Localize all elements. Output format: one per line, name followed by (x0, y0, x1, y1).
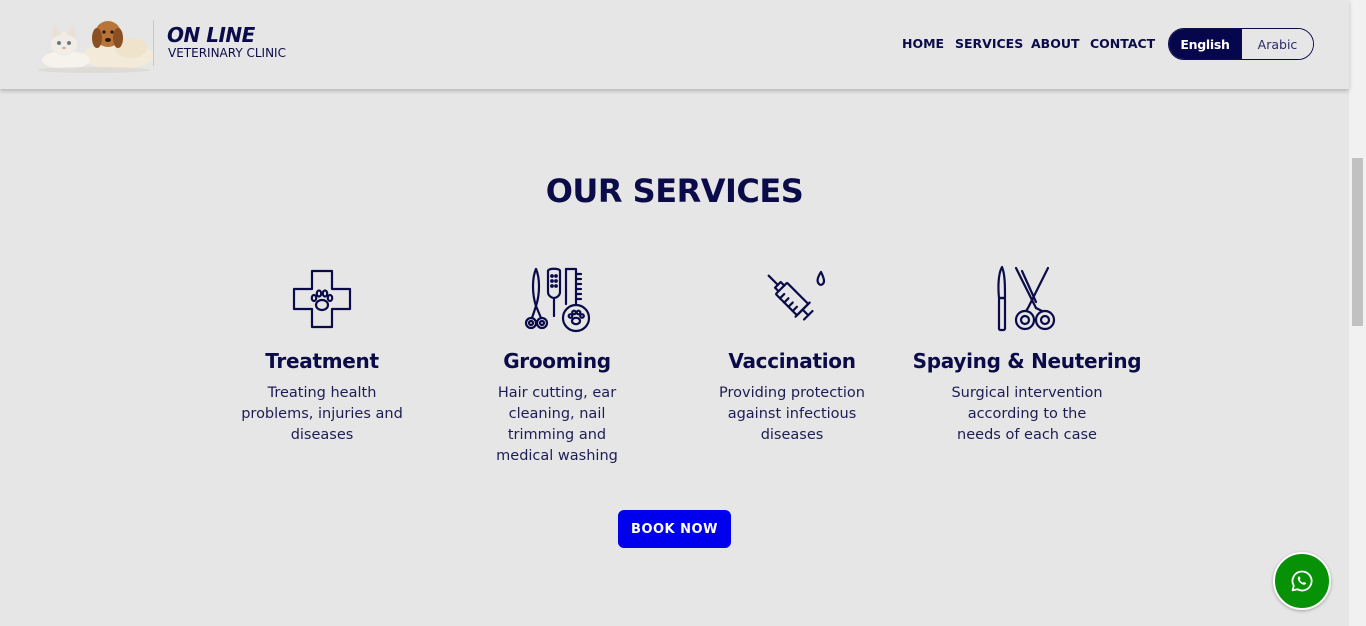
service-title: Grooming (503, 349, 611, 373)
nav-services[interactable]: SERVICES (955, 34, 1023, 54)
brand-title: ON LINE (167, 23, 255, 47)
page-scrollbar[interactable] (1349, 0, 1366, 626)
site-header: ON LINE VETERINARY CLINIC HOME SERVICES … (0, 0, 1349, 89)
services-title: OUR SERVICES (545, 172, 804, 210)
service-title: Treatment (265, 349, 379, 373)
medical-cross-paw-icon (292, 269, 352, 329)
syringe-icon (767, 270, 826, 321)
nav-home[interactable]: HOME (902, 34, 944, 54)
grooming-tools-icon (524, 267, 591, 333)
service-description: Surgical intervention according to the n… (951, 385, 1103, 443)
service-treatment: Treatment Treating health problems, inju… (207, 264, 437, 446)
surgical-scissors-icon (997, 265, 1056, 332)
scrollbar-thumb[interactable] (1352, 158, 1363, 326)
book-now-button[interactable]: BOOK NOW (618, 510, 731, 548)
nav-about[interactable]: ABOUT (1031, 34, 1080, 54)
service-description: Hair cutting, ear cleaning, nail trimmin… (496, 385, 618, 464)
whatsapp-icon (1291, 570, 1313, 592)
service-vaccination: Vaccination Providing protection against… (677, 264, 907, 446)
service-title: Spaying & Neutering (912, 349, 1142, 373)
logo-divider (153, 20, 154, 66)
brand-subtitle: VETERINARY CLINIC (168, 46, 286, 60)
language-arabic-button[interactable]: Arabic (1241, 29, 1313, 59)
service-description: Treating health problems, injuries and d… (241, 385, 403, 443)
service-spaying-neutering: Spaying & Neutering Surgical interventio… (912, 264, 1142, 446)
nav-contact[interactable]: CONTACT (1090, 34, 1155, 54)
language-english-button[interactable]: English (1169, 29, 1241, 59)
whatsapp-button[interactable] (1273, 552, 1331, 610)
page: ON LINE VETERINARY CLINIC HOME SERVICES … (0, 0, 1366, 626)
service-grooming: Grooming Hair cutting, ear cleaning, nai… (442, 264, 672, 467)
language-switcher: English Arabic (1168, 28, 1314, 60)
service-description: Providing protection against infectious … (719, 385, 865, 443)
service-title: Vaccination (728, 349, 856, 373)
cat-and-dog-logo[interactable] (36, 14, 158, 74)
